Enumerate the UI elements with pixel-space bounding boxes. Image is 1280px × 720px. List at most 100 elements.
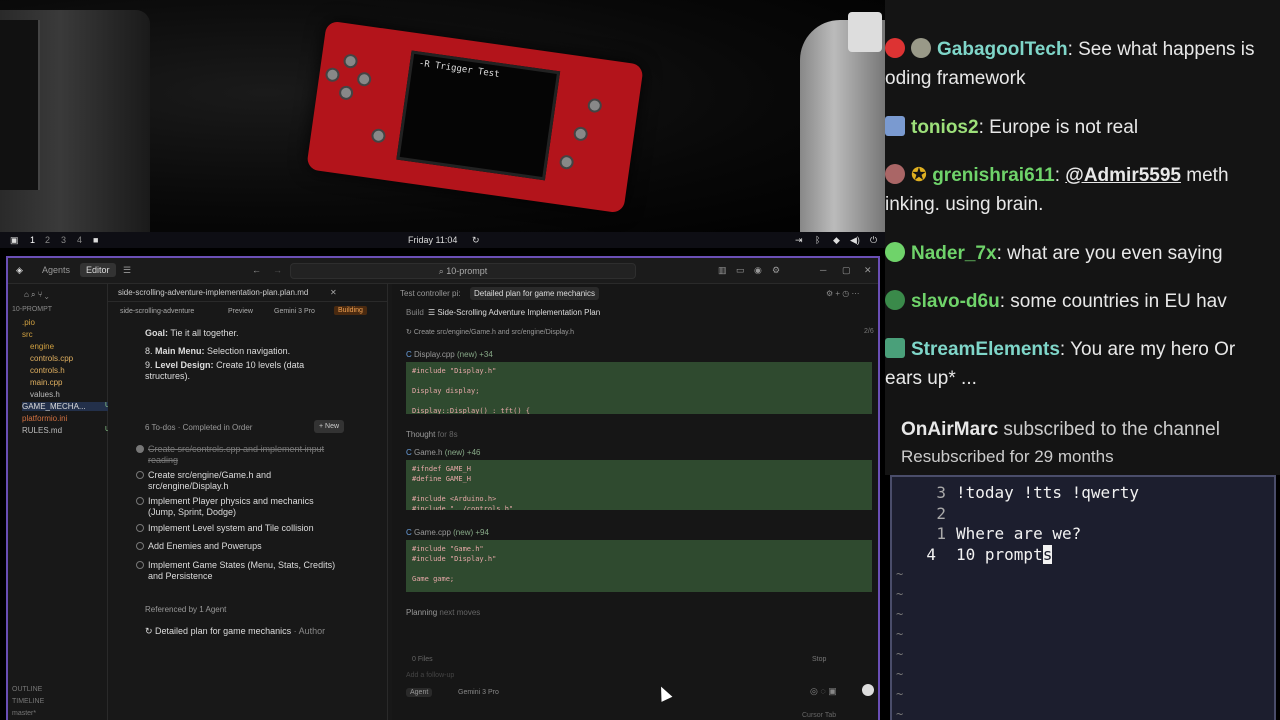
command-search[interactable]: ⌕ 10-prompt xyxy=(290,263,636,279)
workspace-2[interactable]: 2 xyxy=(45,235,50,245)
back-arrow-icon[interactable]: ← xyxy=(252,265,261,275)
layout-sidebar-icon[interactable]: ▥ xyxy=(718,265,727,276)
circle-icon xyxy=(136,524,144,532)
tree-item[interactable]: .pio xyxy=(22,318,114,327)
model-dropdown[interactable]: Gemini 3 Pro xyxy=(274,308,315,315)
agent-panel: Test controller pi: Detailed plan for ga… xyxy=(392,284,878,720)
minimize-icon[interactable]: ─ xyxy=(820,265,826,275)
workspace-switcher-icon[interactable]: ▣ xyxy=(10,235,19,246)
code-block: #include "Game.h" #include "Display.h" G… xyxy=(406,540,872,592)
tree-item[interactable]: src xyxy=(22,330,114,339)
line-number: 3 xyxy=(936,483,946,502)
system-taskbar: ▣ 1 2 3 4 ■ Friday 11:04 ↻ ⇥ ᛒ ◆ ◀) ⏻ xyxy=(0,232,885,248)
current-task: ↻ Create src/engine/Game.h and src/engin… xyxy=(406,329,574,336)
tree-item[interactable]: platformio.ini xyxy=(22,414,114,423)
workspace-3[interactable]: 3 xyxy=(61,235,66,245)
explorer-root[interactable]: 10-PROMPT xyxy=(12,306,104,313)
device-screen: -R Trigger Test xyxy=(396,50,561,181)
preview-dropdown[interactable]: Preview xyxy=(228,308,253,315)
plan-file-tab[interactable]: side-scrolling-adventure-implementation-… xyxy=(118,288,308,297)
clock[interactable]: Friday 11:04 xyxy=(408,235,457,245)
referenced-agent-item[interactable]: ↻ Detailed plan for game mechanics · Aut… xyxy=(145,626,325,637)
goal-text: Tie it all together. xyxy=(170,328,239,338)
maximize-icon[interactable]: ▢ xyxy=(842,265,851,276)
tab-editor[interactable]: Editor xyxy=(80,263,116,277)
agent-tab-1[interactable]: Test controller pi: xyxy=(400,289,460,298)
todo-item[interactable]: Add Enemies and Powerups xyxy=(136,541,338,552)
git-branch[interactable]: master* xyxy=(12,710,104,717)
check-icon xyxy=(136,445,144,453)
chat-message: Nader_7x: what are you even saying xyxy=(885,242,1280,265)
step-9-title: Level Design: xyxy=(155,360,214,370)
todo-item[interactable]: Implement Game States (Menu, Stats, Cred… xyxy=(136,560,338,582)
outline-section[interactable]: OUTLINE xyxy=(12,686,104,693)
device-button-icon xyxy=(324,66,341,83)
ide-window: ◈ Agents Editor ☰ ← → ⌕ 10-prompt ▥ ▭ ◉ … xyxy=(6,256,880,720)
empty-line-tilde: ~ xyxy=(896,627,904,641)
tree-item[interactable]: RULES.mdU xyxy=(22,426,114,435)
new-todo-button[interactable]: + New xyxy=(314,420,345,433)
file-diff-header[interactable]: C Game.h (new) +46 xyxy=(406,448,481,457)
logout-icon[interactable]: ⇥ xyxy=(795,235,803,246)
empty-line-tilde: ~ xyxy=(896,687,904,701)
chat-message: GabagoolTech: See what happens is xyxy=(885,38,1280,61)
agent-tab-2[interactable]: Detailed plan for game mechanics xyxy=(470,287,599,300)
todo-item[interactable]: Implement Player physics and mechanics (… xyxy=(136,496,338,518)
mode-dropdown[interactable]: Agent xyxy=(406,688,433,697)
file-diff-header[interactable]: C Display.cpp (new) +34 xyxy=(406,350,493,359)
agent-model-dropdown[interactable]: Gemini 3 Pro xyxy=(458,689,499,696)
chat-username: slavo-d6u xyxy=(911,291,1000,312)
files-summary[interactable]: 0 Files xyxy=(412,656,433,663)
spinner-icon xyxy=(136,471,144,479)
webcam-feed: -R Trigger Test xyxy=(0,0,885,232)
cursor-tab-status[interactable]: Cursor Tab xyxy=(802,712,836,719)
device-button-icon xyxy=(572,125,589,142)
empty-line-tilde: ~ xyxy=(896,647,904,661)
power-icon[interactable]: ⏻ xyxy=(870,235,877,246)
chat-message: tonios2: Europe is not real xyxy=(885,116,1280,139)
empty-line-tilde: ~ xyxy=(896,707,904,720)
timeline-section[interactable]: TIMELINE xyxy=(12,698,104,705)
menu-icon[interactable]: ☰ xyxy=(123,265,131,276)
file-diff-header[interactable]: C Game.cpp (new) +94 xyxy=(406,528,489,537)
badge-icon xyxy=(885,38,905,58)
document-icon: ☰ xyxy=(428,308,438,317)
device-button-icon xyxy=(356,71,373,88)
plan-editor: side-scrolling-adventure-implementation-… xyxy=(108,284,388,720)
tree-item-selected[interactable]: GAME_MECHA...U xyxy=(22,402,114,411)
agent-toolbar-icon[interactable]: ⚙ + ◷ ⋯ xyxy=(826,289,860,298)
send-button-icon[interactable] xyxy=(862,684,874,696)
bluetooth-icon[interactable]: ᛒ xyxy=(815,235,820,245)
build-plan-link[interactable]: ☰ Side-Scrolling Adventure Implementatio… xyxy=(428,308,600,317)
settings-icon[interactable]: ⚙ xyxy=(772,265,780,276)
chat-username: Nader_7x xyxy=(911,243,997,264)
workspace-4[interactable]: 4 xyxy=(77,235,82,245)
thought-label[interactable]: Thought for 8s xyxy=(406,430,458,439)
vim-line: !today !tts !qwerty xyxy=(956,483,1140,502)
close-window-icon[interactable]: ✕ xyxy=(864,265,872,276)
volume-icon[interactable]: ◀) xyxy=(850,235,860,246)
todos-header: 6 To-dos · Completed in Order xyxy=(145,423,253,432)
network-icon[interactable]: ◆ xyxy=(833,235,840,246)
handheld-device: -R Trigger Test xyxy=(306,20,644,214)
badge-icon xyxy=(885,242,905,262)
forward-arrow-icon[interactable]: → xyxy=(273,265,282,275)
agent-input-actions-icon[interactable]: ◎ ◌ ▣ xyxy=(810,686,837,697)
todo-item[interactable]: Implement Level system and Tile collisio… xyxy=(136,523,338,534)
followup-input[interactable]: Add a follow-up xyxy=(406,672,454,679)
webcam-object-cap xyxy=(848,12,882,52)
close-tab-icon[interactable]: ✕ xyxy=(330,288,337,297)
account-icon[interactable]: ◉ xyxy=(754,265,762,276)
todo-item[interactable]: Create src/engine/Game.h and src/engine/… xyxy=(136,470,338,492)
explorer-toolbar-icon[interactable]: ⌂ ⌕ ⑂ ⌄ xyxy=(24,290,116,300)
tab-agents[interactable]: Agents xyxy=(42,265,70,275)
stop-button[interactable]: Stop xyxy=(812,656,826,663)
building-badge[interactable]: Building xyxy=(334,306,367,315)
code-block: #include "Display.h" Display display; Di… xyxy=(406,362,872,414)
todo-item[interactable]: Create src/controls.cpp and implement in… xyxy=(136,444,338,466)
layout-panel-icon[interactable]: ▭ xyxy=(736,265,745,276)
goal-label: Goal: xyxy=(145,328,169,338)
task-counter: 2/6 xyxy=(864,328,874,335)
workspace-1[interactable]: 1 xyxy=(30,235,35,245)
vim-editor[interactable]: 3 !today !tts !qwerty 2 1 Where are we? … xyxy=(890,475,1276,720)
